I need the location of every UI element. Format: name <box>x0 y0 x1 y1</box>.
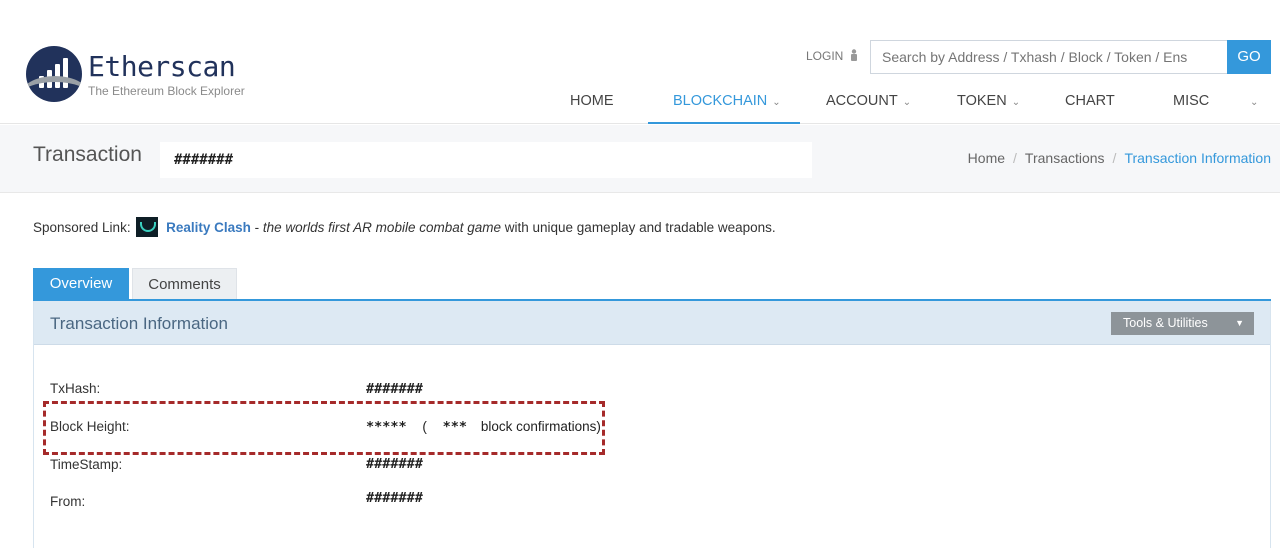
nav-item-token[interactable]: TOKEN ⌄ <box>957 88 1020 124</box>
timestamp-label: TimeStamp: <box>50 457 123 472</box>
nav-label: MISC <box>1173 93 1210 109</box>
transaction-hash-title: ####### <box>160 142 812 178</box>
search-input[interactable] <box>870 40 1228 74</box>
timestamp-value: ####### <box>366 456 423 472</box>
tools-label: Tools & Utilities <box>1123 316 1208 330</box>
sponsored-link-title[interactable]: Reality Clash <box>166 220 251 235</box>
tab-comments[interactable]: Comments <box>132 268 237 301</box>
chevron-down-icon: ⌄ <box>1250 97 1259 108</box>
tools-utilities-dropdown[interactable]: Tools & Utilities ▼ <box>1111 312 1254 335</box>
sponsored-tagline: the worlds first AR mobile combat game <box>262 220 501 235</box>
logo-title: Etherscan <box>88 50 236 83</box>
from-value[interactable]: ####### <box>366 490 423 506</box>
login-label: LOGIN <box>806 49 844 63</box>
page-title: Transaction <box>33 143 142 166</box>
breadcrumb-home[interactable]: Home <box>968 150 1005 166</box>
user-icon <box>850 49 857 61</box>
nav-item-misc[interactable]: MISC <box>1173 88 1209 124</box>
page-title-band: Transaction ####### Home / Transactions / Tr… <box>0 125 1280 193</box>
sponsored-dash: - <box>250 220 263 235</box>
nav-item-home[interactable]: HOME <box>570 88 614 124</box>
breadcrumb: Home / Transactions / Transaction Informatio… <box>968 150 1271 166</box>
nav-label: BLOCKCHAIN <box>673 93 768 109</box>
breadcrumb-separator: / <box>1013 150 1017 166</box>
caret-down-icon: ▼ <box>1235 318 1244 328</box>
nav-label: ACCOUNT <box>826 93 898 109</box>
search-go-button[interactable]: GO <box>1227 40 1271 74</box>
txhash-value[interactable]: ####### <box>366 381 423 397</box>
panel-title: Transaction Information <box>50 314 228 333</box>
from-label: From: <box>50 494 86 509</box>
block-height-highlight-box <box>43 401 605 455</box>
main-nav: HOME BLOCKCHAIN ⌄ ACCOUNT ⌄ TOKEN ⌄ CHART M… <box>0 88 1280 124</box>
breadcrumb-current: Transaction Information <box>1124 150 1271 166</box>
nav-more-toggle[interactable]: ⌄ <box>1245 88 1258 124</box>
panel-header: Transaction Information Tools & Utilitie… <box>34 301 1270 345</box>
txhash-label: TxHash: <box>50 381 101 396</box>
nav-label: TOKEN <box>957 93 1007 109</box>
nav-item-blockchain[interactable]: BLOCKCHAIN ⌄ <box>648 88 800 124</box>
nav-item-chart[interactable]: CHART <box>1065 88 1115 124</box>
sponsored-description: with unique gameplay and tradable weapon… <box>501 220 776 235</box>
nav-label: CHART <box>1065 93 1115 109</box>
nav-item-account[interactable]: ACCOUNT ⌄ <box>826 88 911 124</box>
sponsored-link: Sponsored Link: Reality Clash - the worl… <box>33 217 776 237</box>
chevron-down-icon: ⌄ <box>1011 97 1021 108</box>
reality-clash-icon[interactable] <box>136 217 159 237</box>
breadcrumb-separator: / <box>1112 150 1117 166</box>
chevron-down-icon: ⌄ <box>902 97 912 108</box>
nav-label: HOME <box>570 93 614 109</box>
chevron-down-icon: ⌄ <box>772 97 781 108</box>
site-header: Etherscan The Ethereum Block Explorer LO… <box>0 0 1280 124</box>
breadcrumb-transactions[interactable]: Transactions <box>1025 150 1105 166</box>
login-link[interactable]: LOGIN <box>806 49 858 63</box>
sponsored-label: Sponsored Link: <box>33 220 131 235</box>
tab-overview[interactable]: Overview <box>33 268 129 301</box>
